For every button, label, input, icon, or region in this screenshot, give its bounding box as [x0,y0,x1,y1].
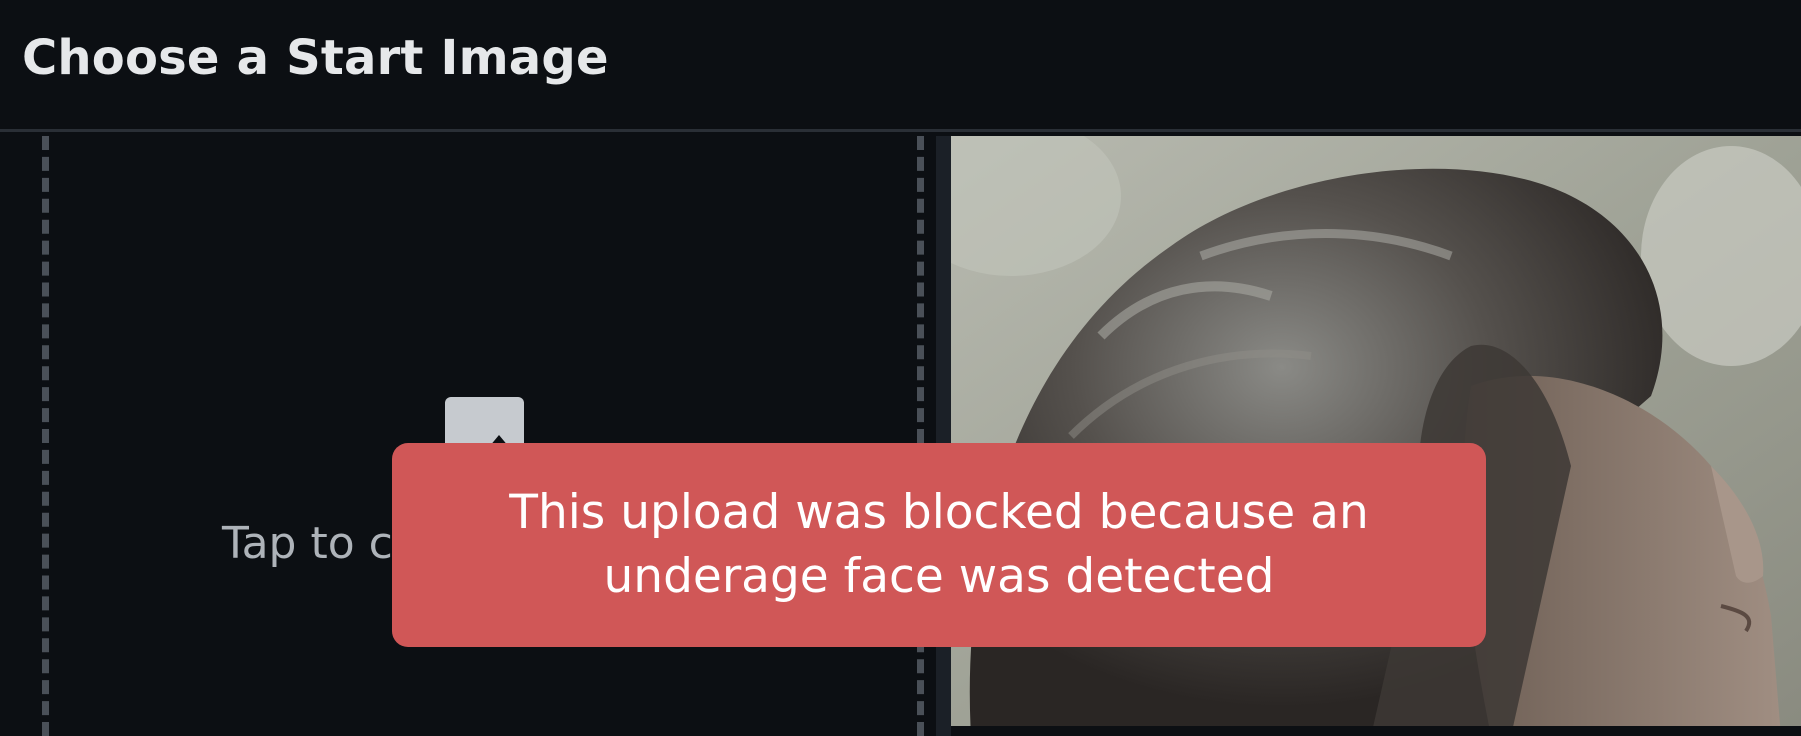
upload-prompt-text: Tap to c [222,518,393,569]
error-toast: This upload was blocked because an under… [392,443,1486,647]
header: Choose a Start Image [0,0,1801,132]
error-toast-message: This upload was blocked because an under… [509,485,1369,604]
page-title: Choose a Start Image [22,30,609,86]
